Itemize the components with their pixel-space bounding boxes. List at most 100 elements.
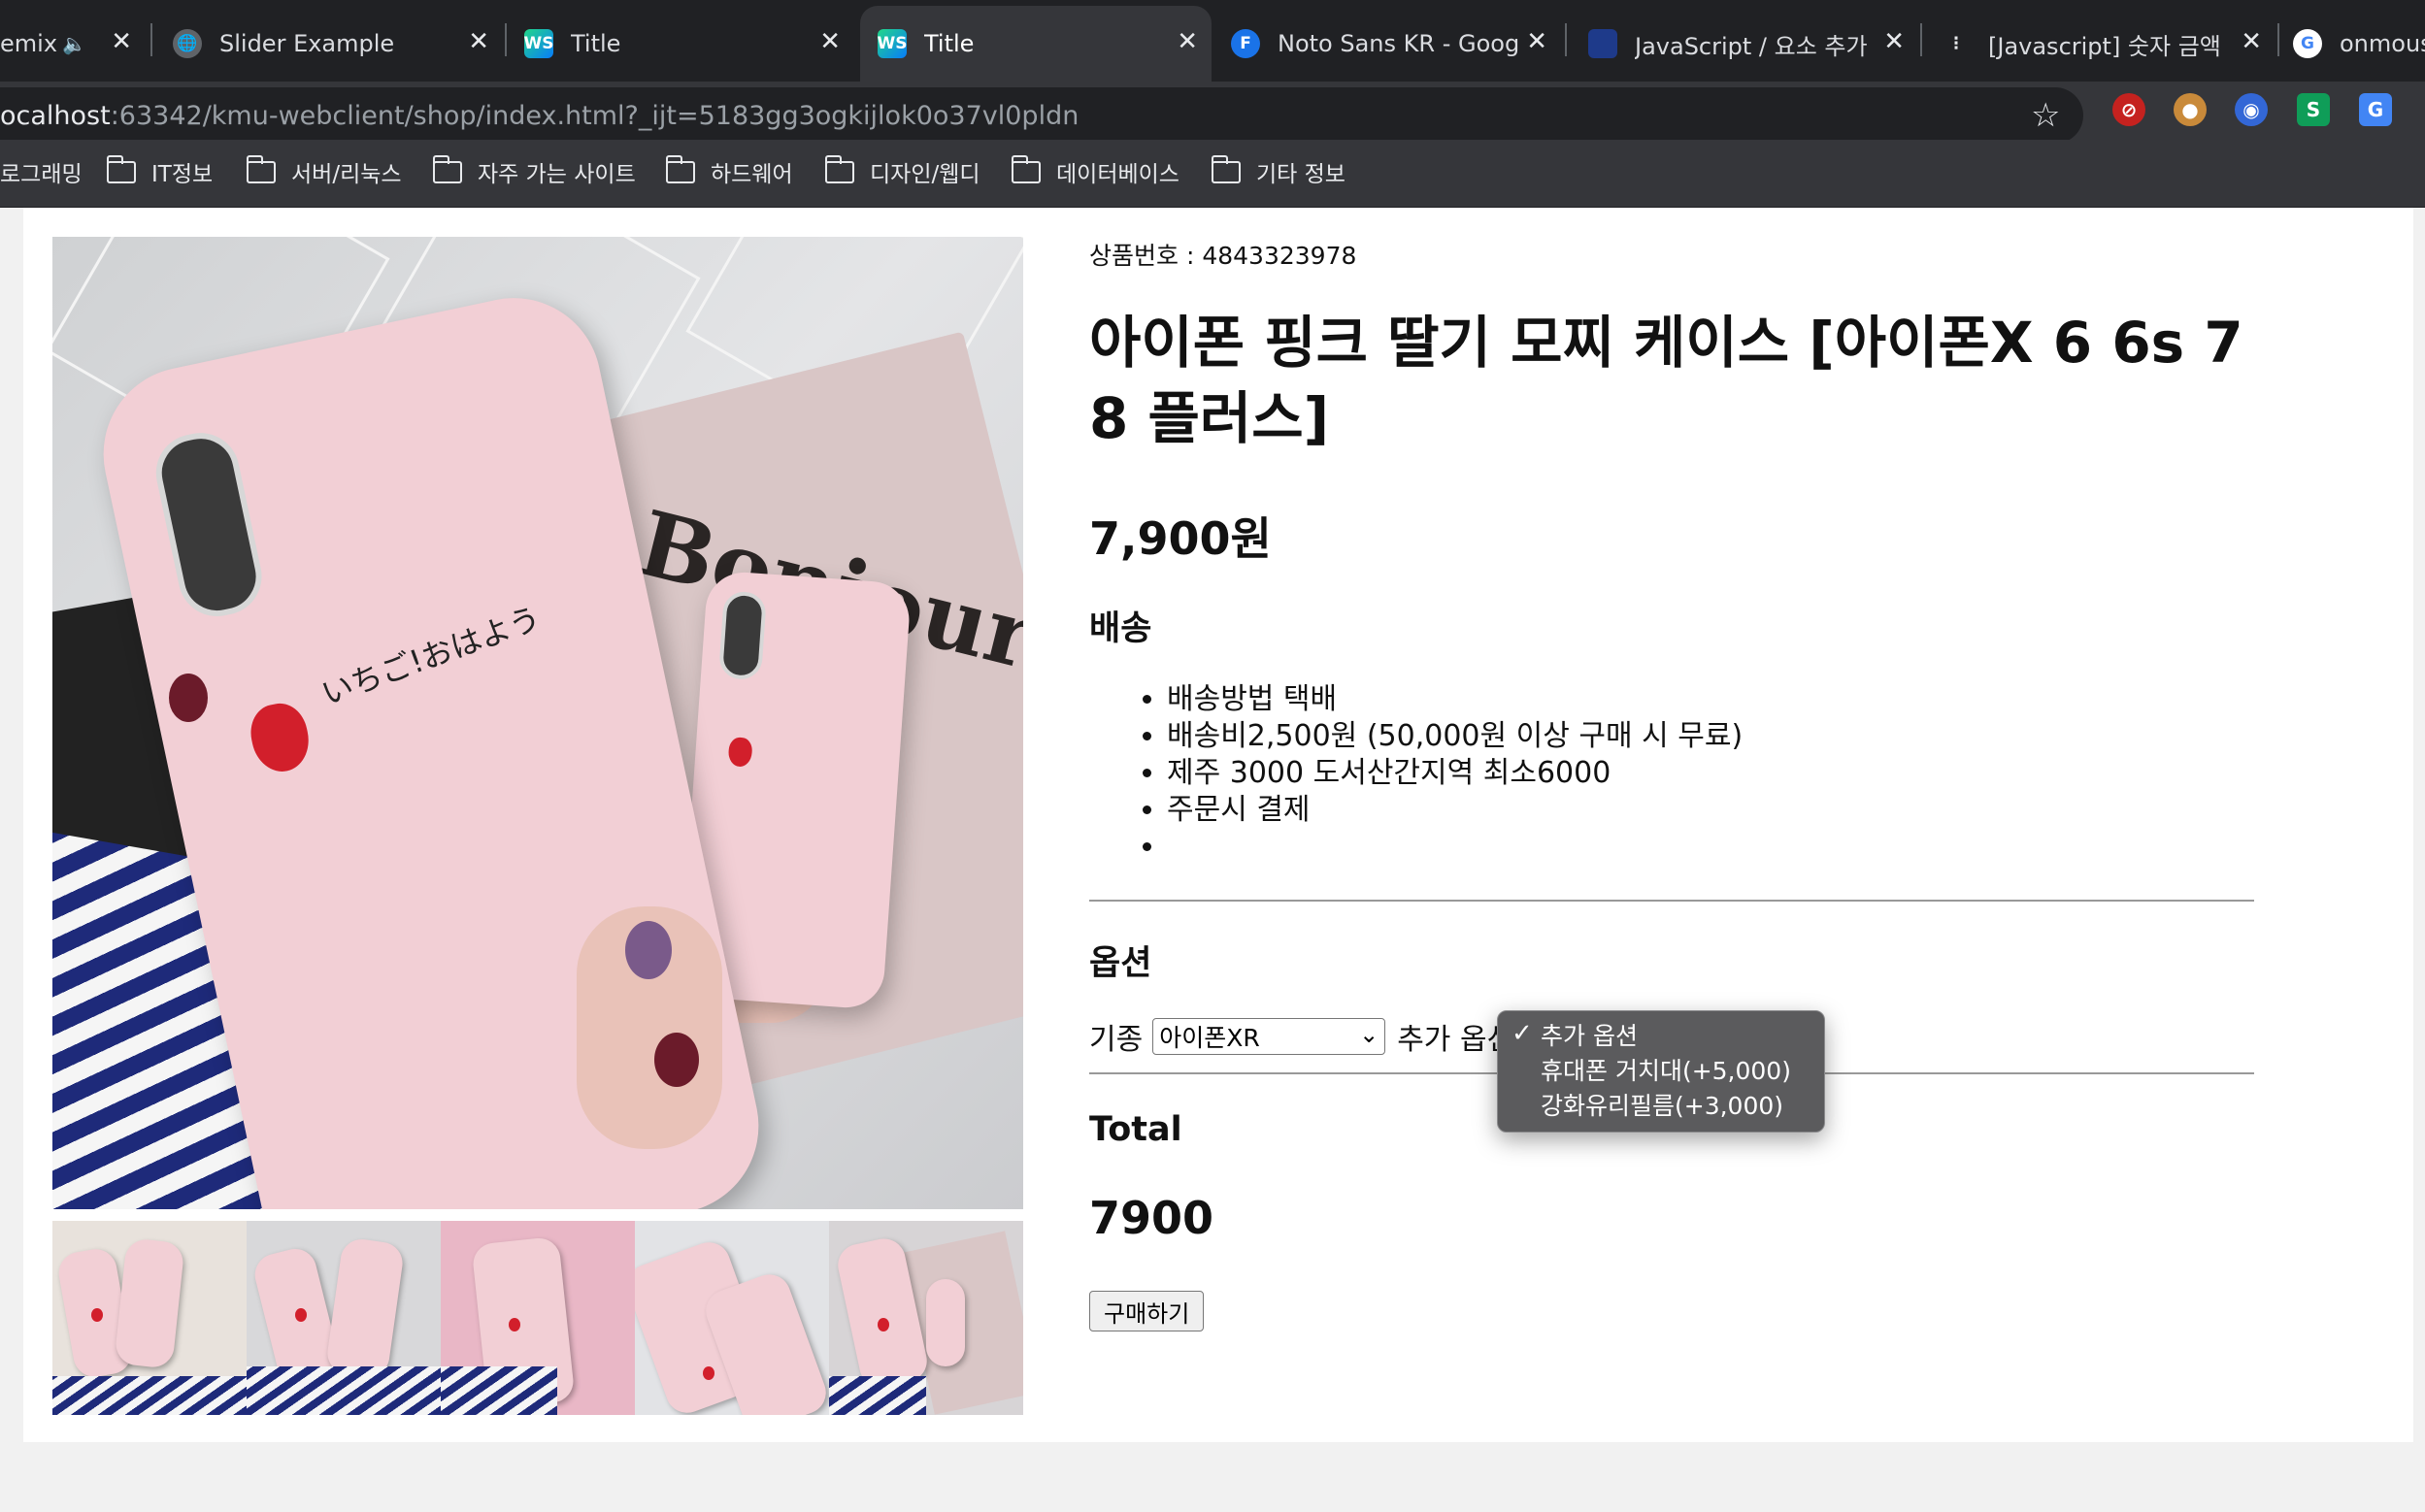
bookmark-folder-database[interactable]: 데이터베이스 (1011, 154, 1179, 188)
camera-icon (149, 425, 269, 624)
total-heading: Total (1089, 1110, 1182, 1149)
strawberry-icon (878, 1318, 889, 1331)
tab-javascript-element[interactable]: JavaScript / 요소 추가 ✕ (1588, 6, 1918, 82)
buy-button[interactable]: 구매하기 (1089, 1291, 1205, 1331)
nail (169, 674, 208, 722)
bookmark-folder-server[interactable]: 서버/리눅스 (246, 154, 402, 188)
bookmark-folder-it[interactable]: IT정보 (106, 154, 214, 188)
block-extension-icon[interactable]: ⊘ (2112, 93, 2145, 126)
translate-extension-icon[interactable]: G (2359, 93, 2392, 126)
list-item (1167, 829, 1743, 866)
thumb-phone (114, 1237, 185, 1369)
tab-label: Slider Example (219, 30, 395, 57)
tistory-icon: ⋮ (1947, 34, 1965, 53)
bookmark-star-icon[interactable]: ☆ (2031, 99, 2060, 132)
dropdown-option-stand[interactable]: 휴대폰 거치대(+5,000) (1498, 1052, 1824, 1087)
thumbnail[interactable] (635, 1221, 829, 1415)
thumbnail[interactable] (441, 1221, 635, 1415)
bookmark-label: 하드웨어 (711, 162, 793, 187)
folder-icon (432, 154, 462, 183)
model-select[interactable]: 아이폰XR ⌄ (1152, 1018, 1386, 1055)
close-tab-icon[interactable]: ✕ (1177, 29, 1198, 54)
strawberry-icon (91, 1308, 103, 1322)
bookmark-folder-etc[interactable]: 기타 정보 (1211, 154, 1345, 188)
address-toolbar: ocalhost:63342/kmu-webclient/shop/index.… (0, 82, 2425, 144)
total-value: 7900 (1089, 1192, 1214, 1244)
dropdown-option-none[interactable]: ✓ 추가 옵션 (1498, 1017, 1824, 1052)
bookmark-folder-hardware[interactable]: 하드웨어 (665, 154, 793, 188)
bookmark-label: 서버/리눅스 (291, 162, 402, 187)
strawberry-icon (509, 1318, 520, 1331)
url-text: ocalhost:63342/kmu-webclient/shop/index.… (0, 101, 1079, 131)
tab-divider (1565, 23, 1567, 56)
case-lettering: いちご!おはよう (316, 599, 546, 713)
tab-label: emix (0, 30, 58, 57)
tab-emix[interactable]: emix 🔈 ✕ (0, 6, 146, 82)
product-title: 아이폰 핑크 딸기 모찌 케이스 [아이폰X 6 6s 7 8 플러스] (1089, 310, 2243, 451)
folder-icon (1011, 154, 1041, 183)
strawberry-icon (727, 737, 753, 768)
folder-icon (106, 154, 136, 183)
strawberry-icon (245, 698, 316, 777)
product-number: 상품번호 : 4843323978 (1089, 242, 1357, 270)
nail (625, 921, 672, 979)
close-tab-icon[interactable]: ✕ (819, 29, 841, 54)
close-tab-icon[interactable]: ✕ (1883, 29, 1905, 54)
bookmark-programming[interactable]: 로그래밍 (0, 155, 83, 188)
cookie-extension-icon[interactable]: ● (2174, 93, 2207, 126)
tab-divider (505, 23, 507, 56)
close-tab-icon[interactable]: ✕ (468, 29, 489, 54)
camera-icon (717, 590, 768, 681)
tab-label: JavaScript / 요소 추가 (1635, 32, 1868, 60)
colorpicker-extension-icon[interactable]: ◉ (2235, 93, 2268, 126)
thumbnail[interactable] (829, 1221, 1023, 1415)
tab-title[interactable]: WS Title ✕ (524, 6, 854, 82)
dropdown-option-film[interactable]: 강화유리필름(+3,000) (1498, 1087, 1824, 1122)
folder-icon (665, 154, 695, 183)
nail (654, 1033, 699, 1087)
thumbnail[interactable] (52, 1221, 247, 1415)
close-tab-icon[interactable]: ✕ (2241, 29, 2262, 54)
url-host: ocalhost (0, 100, 111, 131)
bookmark-label: 기타 정보 (1256, 162, 1345, 187)
bookmark-label: IT정보 (151, 162, 214, 187)
thumbnail[interactable] (247, 1221, 441, 1415)
shipping-list: 배송방법 택배 배송비2,500원 (50,000원 이상 구매 시 무료) 제… (1167, 681, 1743, 866)
folder-icon (824, 154, 854, 183)
tab-noto-sans[interactable]: F Noto Sans KR - Goog ✕ (1231, 6, 1561, 82)
tab-title-active[interactable]: WS Title ✕ (860, 6, 1212, 82)
strawberry-icon (703, 1366, 714, 1380)
strawberry-icon (295, 1308, 307, 1322)
thumbnail-strip (52, 1221, 1023, 1415)
thumb-phone (926, 1279, 965, 1366)
striped-sleeve (247, 1366, 441, 1415)
bookmark-label: 데이터베이스 (1056, 162, 1179, 187)
address-bar[interactable]: ocalhost:63342/kmu-webclient/shop/index.… (0, 87, 2083, 144)
bookmark-folder-favorites[interactable]: 자주 가는 사이트 (432, 154, 636, 188)
bookmark-label: 자주 가는 사이트 (478, 162, 636, 187)
stylus-extension-icon[interactable]: S (2297, 93, 2330, 126)
shipping-heading: 배송 (1089, 609, 1152, 648)
tab-label: Title (571, 30, 621, 57)
close-tab-icon[interactable]: ✕ (1526, 29, 1547, 54)
options-heading: 옵션 (1089, 944, 1152, 983)
blog-icon (1588, 29, 1617, 58)
globe-icon: 🌐 (173, 29, 202, 58)
list-item: 주문시 결제 (1167, 792, 1743, 829)
bookmark-label: 로그래밍 (0, 162, 83, 187)
striped-sleeve (52, 1376, 247, 1415)
list-item: 배송방법 택배 (1167, 681, 1743, 718)
tab-javascript-number[interactable]: ⋮ [Javascript] 숫자 금액 ✕ (1942, 6, 2276, 82)
list-item: 배송비2,500원 (50,000원 이상 구매 시 무료) (1167, 718, 1743, 755)
options-row: 기종 아이폰XR ⌄ 추가 옵션 (1089, 1017, 1513, 1057)
speaker-icon[interactable]: 🔈 (62, 32, 86, 55)
divider (1089, 900, 2254, 902)
tab-onmouse[interactable]: G onmous (2293, 6, 2425, 82)
tab-slider-example[interactable]: 🌐 Slider Example ✕ (173, 6, 503, 82)
striped-sleeve (829, 1376, 926, 1415)
thumb-phone (324, 1236, 406, 1380)
option-label: 추가 옵션 (1541, 1022, 1638, 1050)
close-tab-icon[interactable]: ✕ (111, 29, 132, 54)
bookmark-folder-design[interactable]: 디자인/웹디 (824, 154, 980, 188)
extra-option-dropdown[interactable]: ✓ 추가 옵션 휴대폰 거치대(+5,000) 강화유리필름(+3,000) (1497, 1010, 1825, 1133)
